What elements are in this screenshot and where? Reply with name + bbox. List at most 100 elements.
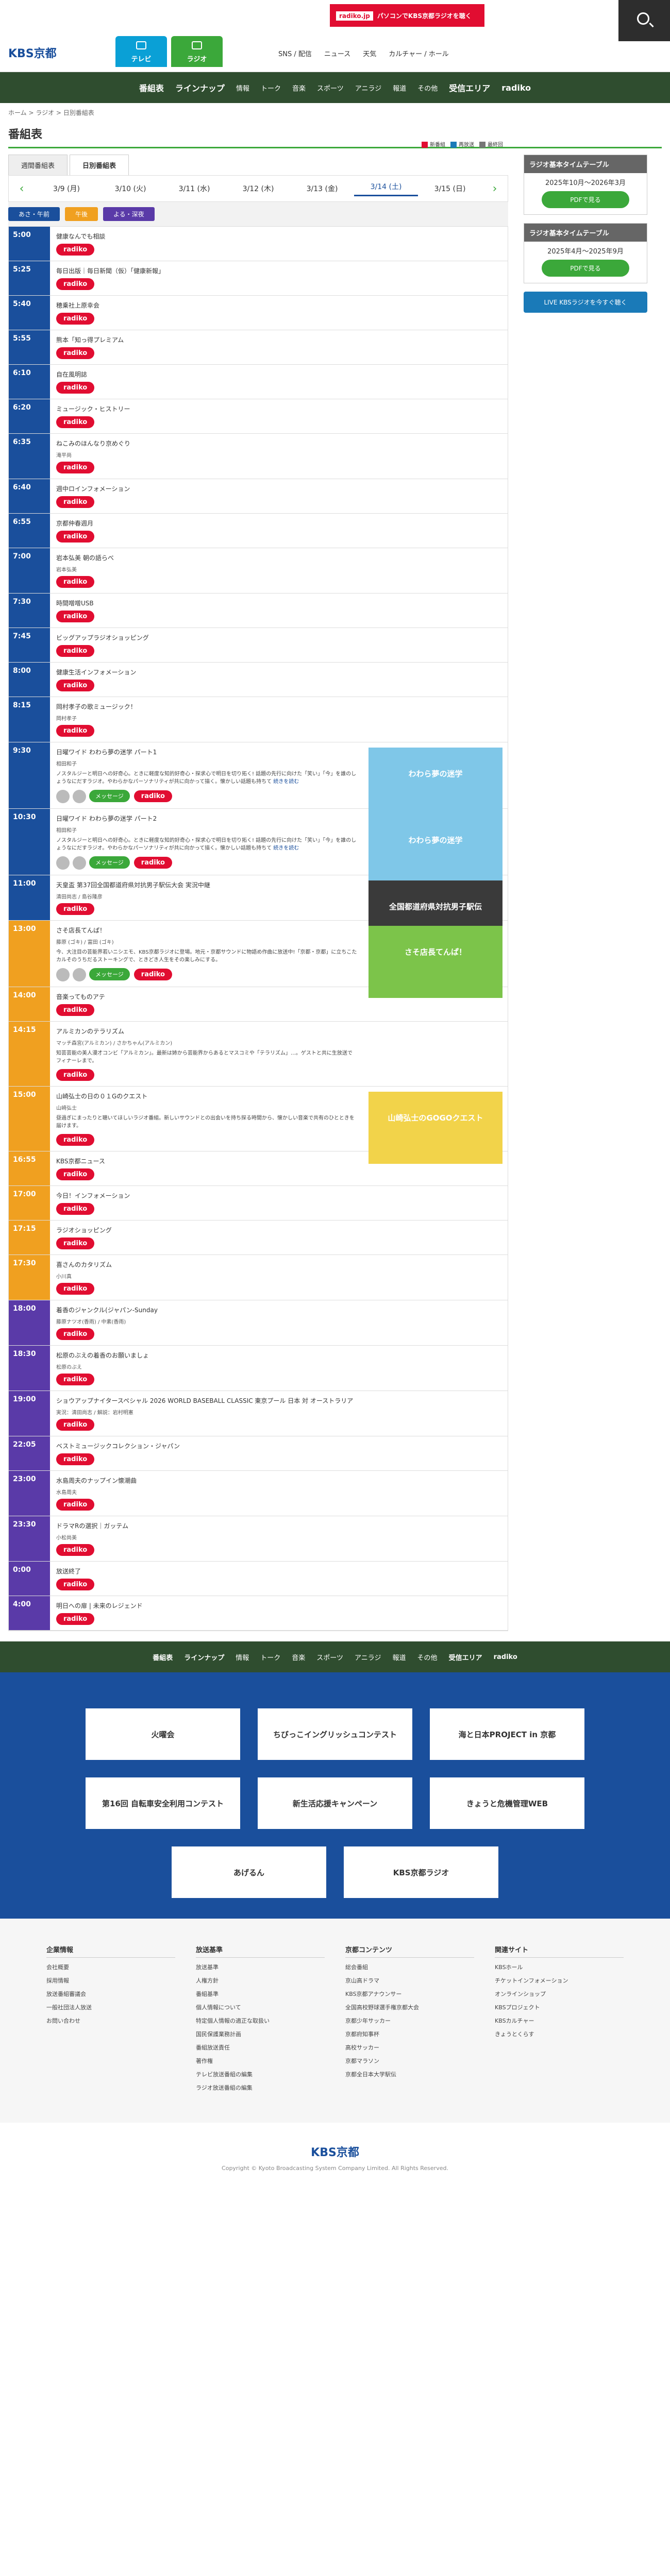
footer-link[interactable]: 国民保護業務計画 (196, 2030, 325, 2038)
banner[interactable]: あげるん (172, 1846, 326, 1898)
banner[interactable]: 新生活応援キャンペーン (258, 1777, 412, 1829)
band-morning[interactable]: あさ・午前 (8, 207, 60, 221)
day-item[interactable]: 3/15 (日) (418, 183, 482, 194)
nav-item[interactable]: トーク (261, 83, 281, 93)
band-afternoon[interactable]: 午後 (65, 207, 98, 221)
program-name[interactable]: 自在風明誌 (56, 370, 501, 379)
radiko-button[interactable]: radiko (56, 1134, 95, 1146)
x-icon[interactable] (73, 790, 86, 803)
nav-item[interactable]: 報道 (393, 1652, 406, 1662)
radiko-button[interactable]: radiko (56, 1453, 95, 1465)
program-name[interactable]: 水島周夫のナップイン懐潮曲 (56, 1476, 501, 1485)
banner[interactable]: 火曜会 (86, 1708, 240, 1760)
radiko-button[interactable]: radiko (56, 1499, 95, 1511)
program-name[interactable]: ラジオショッピング (56, 1226, 501, 1234)
radiko-button[interactable]: radiko (56, 347, 95, 359)
program-name[interactable]: ドラマRの選択｜ガッテム (56, 1521, 501, 1530)
radiko-button[interactable]: radiko (56, 496, 95, 508)
footer-link[interactable]: 総会番組 (345, 1963, 474, 1971)
program-name[interactable]: 今日！インフォメーション (56, 1191, 501, 1200)
footer-logo[interactable]: KBS京都 (0, 2143, 670, 2160)
banner[interactable]: 海と日本PROJECT in 京都 (430, 1708, 584, 1760)
footer-link[interactable]: 放送基準 (196, 1963, 325, 1971)
prev-arrow-icon[interactable]: ‹ (9, 182, 35, 195)
read-more-link[interactable]: 続きを読む (273, 845, 299, 851)
radiko-button[interactable]: radiko (56, 416, 95, 428)
nav-item[interactable]: アニラジ (355, 83, 381, 93)
nav-item[interactable]: トーク (260, 1652, 280, 1662)
radiko-button[interactable]: radiko (56, 1419, 95, 1431)
radiko-button[interactable]: radiko (56, 1004, 95, 1016)
day-item[interactable]: 3/13 (金) (290, 183, 354, 194)
banner[interactable]: KBS京都ラジオ (344, 1846, 498, 1898)
nav-item[interactable]: 番組表 (139, 81, 164, 94)
banner[interactable]: 第16回 自転車安全利用コンテスト (86, 1777, 240, 1829)
x-icon[interactable] (73, 856, 86, 870)
radiko-button[interactable]: radiko (56, 1283, 95, 1295)
radiko-button[interactable]: radiko (56, 725, 95, 737)
footer-link[interactable]: 番組基準 (196, 1990, 325, 1998)
footer-link[interactable]: 個人情報について (196, 2003, 325, 2011)
day-item[interactable]: 3/10 (火) (98, 183, 162, 194)
program-name[interactable]: 熊本「知っ得プレミアム (56, 335, 501, 344)
live-banner[interactable]: LIVE KBSラジオを今すぐ聴く (524, 292, 647, 313)
radiko-button[interactable]: radiko (56, 576, 95, 588)
message-button[interactable]: メッセージ (89, 968, 130, 980)
nav-item[interactable]: 音楽 (292, 1652, 305, 1662)
nav-item[interactable]: その他 (417, 83, 438, 93)
nav-item[interactable]: アニラジ (355, 1652, 381, 1662)
program-name[interactable]: 放送終了 (56, 1567, 501, 1575)
footer-link[interactable]: 一般社団法人放送 (46, 2003, 175, 2011)
program-name[interactable]: 穂乗社上原幸会 (56, 301, 501, 310)
radiko-button[interactable]: radiko (56, 1168, 95, 1180)
nav-item[interactable]: 受信エリア (449, 81, 490, 94)
nav-item[interactable]: スポーツ (317, 83, 344, 93)
footer-link[interactable]: チケットインフォメーション (495, 1976, 624, 1985)
nav-item[interactable]: 音楽 (292, 83, 306, 93)
program-name[interactable]: 岡村孝子の歌ミュージック！ (56, 702, 501, 711)
radiko-button[interactable]: radiko (56, 382, 95, 394)
radiko-button[interactable]: radiko (56, 278, 95, 290)
program-name[interactable]: ねこみのほんなり京めぐり (56, 439, 501, 448)
nav-item[interactable]: ラインナップ (175, 81, 225, 94)
site-logo[interactable]: KBS京都 (8, 44, 57, 61)
program-name[interactable]: 岩本弘美 朝の語らべ (56, 553, 501, 562)
footer-link[interactable]: 採用情報 (46, 1976, 175, 1985)
radiko-button[interactable]: radiko (56, 680, 95, 691)
tab-weekly[interactable]: 週間番組表 (8, 155, 68, 175)
nav-item[interactable]: 情報 (236, 83, 249, 93)
footer-link[interactable]: 著作権 (196, 2057, 325, 2065)
radiko-button[interactable]: radiko (56, 1613, 95, 1625)
message-button[interactable]: メッセージ (89, 856, 130, 869)
program-name[interactable]: 明日への扉 | 未来のレジェンド (56, 1601, 501, 1610)
radiko-button[interactable]: radiko (56, 1544, 95, 1556)
program-name[interactable]: 音楽ってものアテ (56, 992, 501, 1001)
program-name[interactable]: ビッグアップラジオショッピング (56, 633, 501, 642)
nav-item[interactable]: 受信エリア (449, 1652, 482, 1662)
link-culture[interactable]: カルチャー / ホール (389, 48, 449, 58)
radiko-button[interactable]: radiko (133, 857, 172, 869)
banner[interactable]: ちびっこイングリッシュコンテスト (258, 1708, 412, 1760)
footer-link[interactable]: KBSカルチャー (495, 2016, 624, 2025)
footer-link[interactable]: 京都少年サッカー (345, 2016, 474, 2025)
radiko-banner[interactable]: radiko.jp パソコンでKBS京都ラジオを聴く (330, 4, 484, 27)
program-name[interactable]: KBS京都ニュース (56, 1157, 501, 1165)
nav-item[interactable]: radiko (494, 1653, 517, 1661)
radiko-button[interactable]: radiko (56, 244, 95, 256)
tab-radio[interactable]: ラジオ (171, 36, 223, 67)
footer-link[interactable]: 特定個人情報の適正な取扱い (196, 2016, 325, 2025)
pdf-button[interactable]: PDFで見る (542, 260, 629, 277)
read-more-link[interactable]: 続きを読む (273, 779, 299, 785)
radiko-button[interactable]: radiko (56, 1238, 95, 1249)
nav-item[interactable]: 番組表 (153, 1652, 173, 1662)
footer-link[interactable]: 京都全日本大学駅伝 (345, 2070, 474, 2078)
radiko-button[interactable]: radiko (133, 969, 172, 980)
radiko-button[interactable]: radiko (56, 645, 95, 657)
footer-link[interactable]: オンラインショップ (495, 1990, 624, 1998)
radiko-button[interactable]: radiko (56, 1374, 95, 1385)
footer-link[interactable]: KBSプロジェクト (495, 2003, 624, 2011)
footer-link[interactable]: 京都マラソン (345, 2057, 474, 2065)
nav-item[interactable]: 情報 (236, 1652, 249, 1662)
radiko-button[interactable]: radiko (56, 1069, 95, 1081)
day-item[interactable]: 3/12 (木) (226, 183, 290, 194)
